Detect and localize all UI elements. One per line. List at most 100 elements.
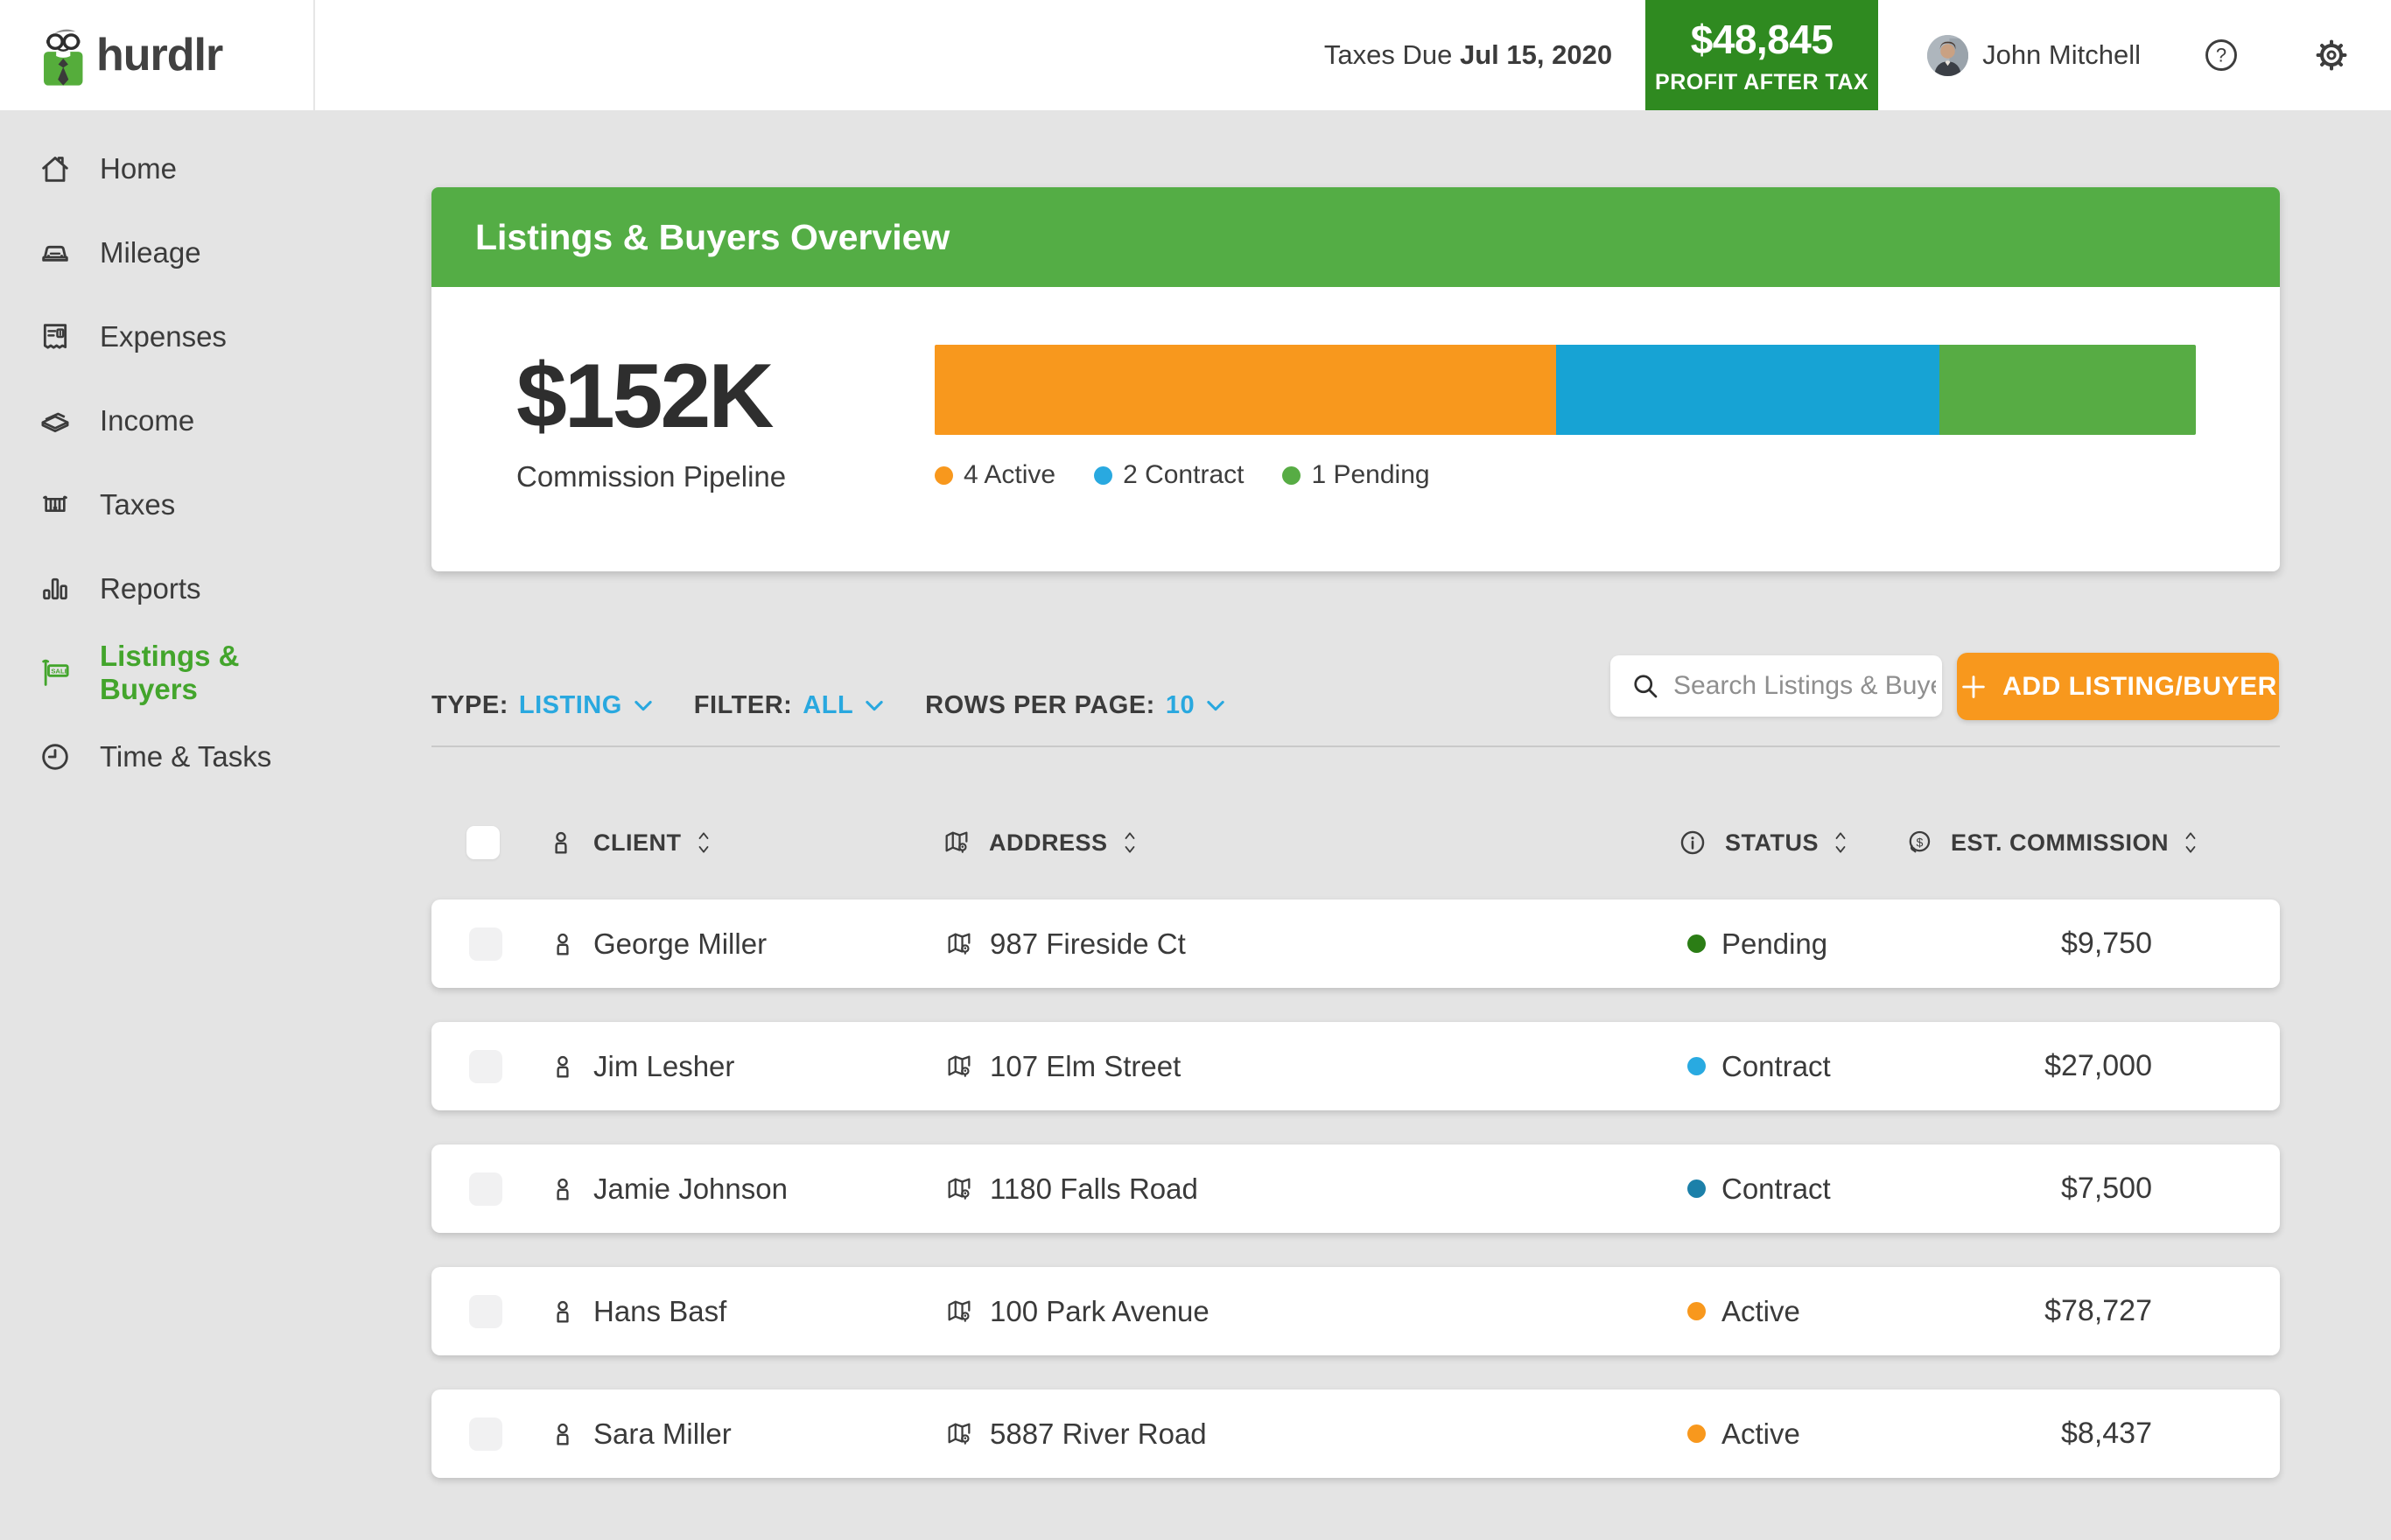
address: 107 Elm Street xyxy=(990,1050,1181,1083)
row-checkbox[interactable] xyxy=(469,1295,502,1328)
type-value: LISTING xyxy=(519,691,622,720)
sidebar-item-listings-buyers[interactable]: Listings & Buyers xyxy=(0,631,315,715)
person-icon xyxy=(548,1419,578,1449)
rows-per-page-dropdown[interactable]: ROWS PER PAGE: 10 xyxy=(925,691,1228,720)
car-icon xyxy=(38,235,73,270)
sidebar-item-mileage[interactable]: Mileage xyxy=(0,211,315,295)
table-row[interactable]: Jamie Johnson 1180 Falls Road Contract $… xyxy=(431,1144,2280,1233)
table-controls: TYPE: LISTING FILTER: ALL ROWS PER PAGE:… xyxy=(431,681,1228,730)
brand-logo[interactable]: hurdlr xyxy=(0,0,315,110)
chevron-down-icon xyxy=(862,693,887,718)
status-column-header[interactable]: STATUS xyxy=(1678,816,1850,869)
divider xyxy=(431,746,2280,747)
column-label: ADDRESS xyxy=(989,830,1108,857)
client-name: George Miller xyxy=(593,928,767,961)
search-box xyxy=(1610,655,1942,717)
table-row[interactable]: George Miller 987 Fireside Ct Pending $9… xyxy=(431,900,2280,988)
bar-segment-active xyxy=(935,345,1556,435)
listings-buyers-overview-card: Listings & Buyers Overview $152K Commiss… xyxy=(431,187,2280,571)
sidebar-item-reports[interactable]: Reports xyxy=(0,547,315,631)
sidebar-item-income[interactable]: Income xyxy=(0,379,315,463)
table-row[interactable]: Sara Miller 5887 River Road Active $8,43… xyxy=(431,1390,2280,1478)
row-checkbox[interactable] xyxy=(469,928,502,961)
sidebar-nav: Home Mileage Expenses Income Taxes Repor… xyxy=(0,110,315,799)
status-dot xyxy=(1687,1057,1706,1075)
sort-icon[interactable] xyxy=(696,826,713,859)
profit-after-tax-widget[interactable]: $48,845 PROFIT AFTER TAX xyxy=(1645,0,1878,110)
status-text: Contract xyxy=(1721,1050,1831,1083)
taxes-due-date: Jul 15, 2020 xyxy=(1460,39,1612,70)
sort-icon[interactable] xyxy=(1833,826,1850,859)
coin-icon xyxy=(1904,828,1933,858)
legend-label: 2 Contract xyxy=(1123,460,1244,490)
top-bar: hurdlr Taxes Due Jul 15, 2020 $48,845 PR… xyxy=(0,0,2391,110)
sidebar-item-label: Home xyxy=(100,152,177,186)
commission-pipeline-label: Commission Pipeline xyxy=(516,460,786,494)
sidebar-item-home[interactable]: Home xyxy=(0,127,315,211)
status-text: Active xyxy=(1721,1295,1800,1328)
filter-dropdown[interactable]: FILTER: ALL xyxy=(694,691,887,720)
map-pin-icon xyxy=(944,929,974,959)
client-column-header[interactable]: CLIENT xyxy=(546,816,713,869)
person-icon xyxy=(548,929,578,959)
rows-per-page-value: 10 xyxy=(1166,691,1195,720)
search-icon xyxy=(1630,670,1661,702)
address: 5887 River Road xyxy=(990,1418,1207,1451)
table-row[interactable]: Jim Lesher 107 Elm Street Contract $27,0… xyxy=(431,1022,2280,1110)
sidebar-item-taxes[interactable]: Taxes xyxy=(0,463,315,547)
table-header: CLIENT ADDRESS STATUS EST. COMMISSION xyxy=(431,816,2280,869)
map-pin-icon xyxy=(944,1174,974,1204)
search-input[interactable] xyxy=(1673,671,1936,701)
type-dropdown[interactable]: TYPE: LISTING xyxy=(431,691,656,720)
legend-item-contract: 2 Contract xyxy=(1094,460,1244,490)
sidebar-item-label: Time & Tasks xyxy=(100,740,271,774)
person-icon xyxy=(546,828,576,858)
status-text: Contract xyxy=(1721,1172,1831,1206)
filter-label: FILTER: xyxy=(694,691,793,720)
filter-value: ALL xyxy=(803,691,853,720)
bar-segment-pending xyxy=(1939,345,2196,435)
row-checkbox[interactable] xyxy=(469,1050,502,1083)
address-column-header[interactable]: ADDRESS xyxy=(942,816,1139,869)
person-icon xyxy=(548,1052,578,1082)
map-pin-icon xyxy=(944,1419,974,1449)
profit-label: PROFIT AFTER TAX xyxy=(1655,70,1869,95)
map-pin-icon xyxy=(944,1052,974,1082)
column-label: CLIENT xyxy=(593,830,682,857)
sidebar-item-label: Mileage xyxy=(100,236,201,270)
status-dot xyxy=(1687,934,1706,953)
address: 100 Park Avenue xyxy=(990,1295,1210,1328)
bar-chart-icon xyxy=(38,571,73,606)
hurdlr-app: hurdlr Taxes Due Jul 15, 2020 $48,845 PR… xyxy=(0,0,2391,1540)
legend-item-pending: 1 Pending xyxy=(1282,460,1429,490)
cash-icon xyxy=(38,403,73,438)
sort-icon[interactable] xyxy=(2183,826,2200,859)
map-pin-icon xyxy=(942,828,971,858)
sidebar-item-expenses[interactable]: Expenses xyxy=(0,295,315,379)
sidebar-item-label: Reports xyxy=(100,572,201,606)
taxes-due-text: Taxes Due Jul 15, 2020 xyxy=(1324,39,1612,71)
legend-dot-active xyxy=(935,466,953,485)
gear-icon[interactable] xyxy=(2312,36,2351,74)
overview-card-header: Listings & Buyers Overview xyxy=(431,187,2280,287)
chevron-down-icon xyxy=(631,693,656,718)
type-label: TYPE: xyxy=(431,691,508,720)
sort-icon[interactable] xyxy=(1122,826,1139,859)
legend-dot-contract xyxy=(1094,466,1112,485)
commission-amount: $7,500 xyxy=(2061,1172,2152,1206)
row-checkbox[interactable] xyxy=(469,1172,502,1206)
commission-amount: $9,750 xyxy=(2061,927,2152,961)
status-text: Active xyxy=(1721,1418,1800,1451)
select-all-checkbox[interactable] xyxy=(466,826,500,859)
person-icon xyxy=(548,1297,578,1326)
sidebar-item-time-tasks[interactable]: Time & Tasks xyxy=(0,715,315,799)
user-menu[interactable]: John Mitchell xyxy=(1927,35,2141,76)
add-listing-buyer-button[interactable]: ADD LISTING/BUYER xyxy=(1957,653,2279,720)
help-icon[interactable] xyxy=(2202,36,2240,74)
table-row[interactable]: Hans Basf 100 Park Avenue Active $78,727 xyxy=(431,1267,2280,1355)
hurdlr-mascot-icon xyxy=(40,19,84,91)
sidebar-item-label: Expenses xyxy=(100,320,227,354)
commission-column-header[interactable]: EST. COMMISSION xyxy=(1904,816,2200,869)
row-checkbox[interactable] xyxy=(469,1418,502,1451)
sidebar-item-label: Taxes xyxy=(100,488,175,522)
